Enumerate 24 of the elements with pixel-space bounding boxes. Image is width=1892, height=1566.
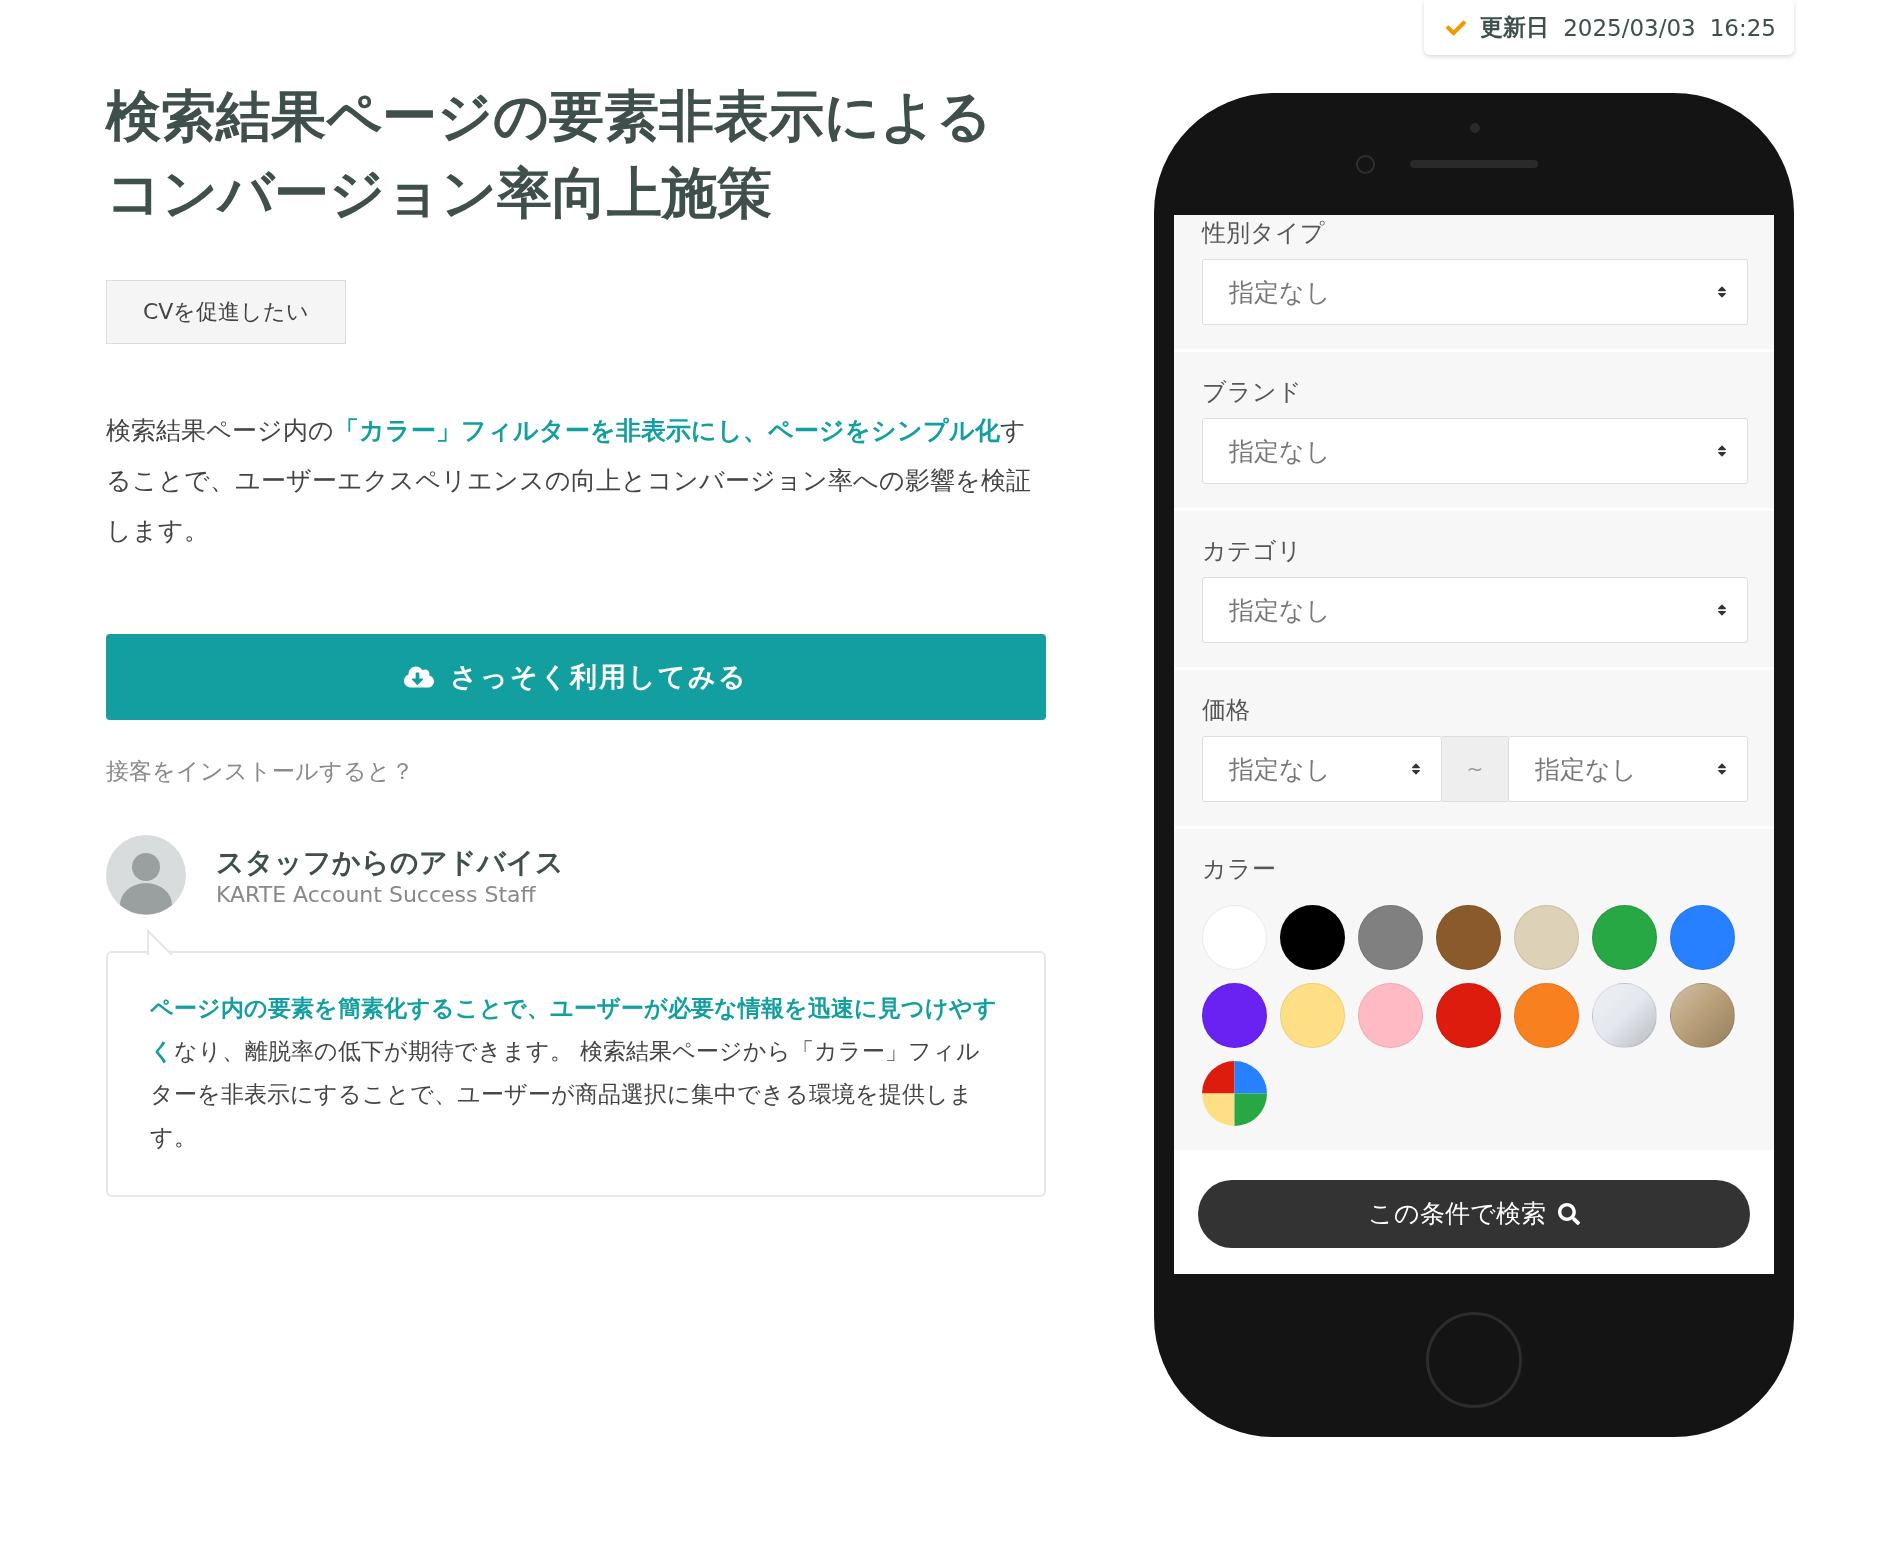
- filter-label: ブランド: [1202, 377, 1303, 408]
- try-now-button[interactable]: さっそく利用してみる: [106, 634, 1046, 720]
- page-title: コンバージョン率向上施策: [106, 160, 773, 227]
- select-field[interactable]: 指定なし: [1202, 418, 1748, 484]
- category-tag[interactable]: CVを促進したい: [106, 280, 347, 344]
- advice-heading: スタッフからのアドバイス: [216, 844, 564, 881]
- install-link[interactable]: 接客をインストールすると？: [106, 756, 414, 787]
- range-separator: ~: [1442, 736, 1508, 802]
- select-field[interactable]: 指定なし: [1202, 736, 1442, 802]
- description: 検索結果ページ内の「カラー」フィルターを非表示にし、ページをシンプル化することで、ユーザーエクスペリエンスの向上とコンバージョン率への影響を検証します。: [106, 415, 1032, 547]
- page-title: 検索結果ページの要素非表示による: [106, 83, 993, 150]
- select-field[interactable]: 指定なし: [1202, 259, 1748, 325]
- update-date: 2025/03/03: [1563, 14, 1696, 41]
- update-time: 16:25: [1709, 14, 1776, 41]
- filter-label: カラー: [1202, 854, 1277, 885]
- filter-label: 価格: [1202, 695, 1251, 726]
- search-button[interactable]: この条件で検索: [1198, 1179, 1750, 1248]
- update-label: 更新日: [1480, 13, 1550, 42]
- filter-label: カテゴリ: [1202, 536, 1303, 567]
- select-field[interactable]: 指定なし: [1508, 736, 1748, 802]
- advice-text: ページ内の要素を簡素化することで、ユーザーが必要な情報を迅速に見つけやすくなり、離脱率の低下が期待できます。 検索結果ページから「カラー」フィルターを非表示にすることで、ユーザーが商品選択に集中できる環境を提供します。: [150, 994, 998, 1152]
- filter-label: 性別タイプ: [1202, 218, 1326, 249]
- staff-role: KARTE Account Success Staff: [216, 881, 537, 907]
- select-field[interactable]: 指定なし: [1202, 577, 1748, 643]
